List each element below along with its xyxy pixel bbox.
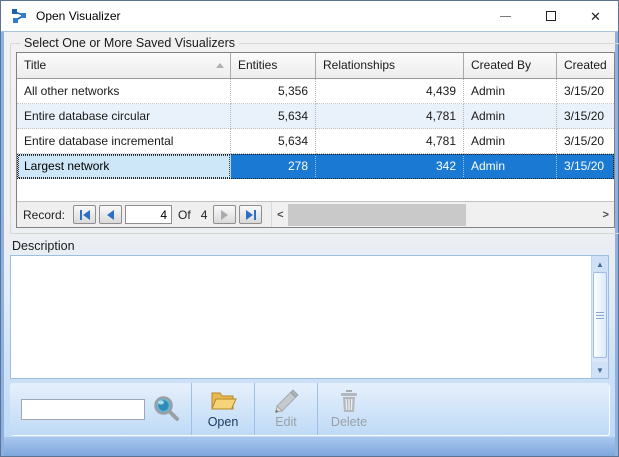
column-header-relationships[interactable]: Relationships	[316, 53, 464, 78]
record-label: Record:	[23, 207, 66, 222]
table-row[interactable]: Entire database circular 5,634 4,781 Adm…	[17, 104, 614, 129]
horizontal-scrollbar-thumb[interactable]	[288, 203, 467, 226]
next-record-button[interactable]	[213, 205, 237, 224]
description-box: ▲ ▼	[10, 255, 609, 379]
search-icon	[154, 395, 179, 421]
cell-created-by: Admin	[464, 129, 557, 154]
grid-empty-area	[17, 179, 614, 201]
bottom-toolbar: Open Edit Delete	[10, 383, 609, 435]
search-button[interactable]	[151, 393, 181, 426]
maximize-icon	[545, 11, 556, 21]
open-visualizer-dialog: Open Visualizer ✕ Select One or More Sav…	[0, 0, 619, 457]
open-button[interactable]: Open	[194, 383, 252, 435]
cell-title: Entire database incremental	[17, 129, 231, 154]
cell-title: All other networks	[17, 79, 231, 104]
last-record-button[interactable]	[239, 205, 263, 224]
cell-title: Entire database circular	[17, 104, 231, 129]
cell-created-by: Admin	[464, 79, 557, 104]
cell-created: 3/15/20	[557, 104, 614, 129]
vertical-scrollbar[interactable]: ▲ ▼	[591, 256, 608, 378]
column-header-entities[interactable]: Entities	[231, 53, 316, 78]
cell-created: 3/15/20	[557, 79, 614, 104]
cell-created: 3/15/20	[557, 129, 614, 154]
scroll-left-icon[interactable]: <	[272, 209, 288, 221]
previous-record-icon	[107, 209, 115, 220]
edit-button[interactable]: Edit	[257, 383, 315, 435]
cell-relationships: 4,439	[316, 79, 464, 104]
first-record-icon	[79, 209, 90, 220]
description-textarea[interactable]	[11, 256, 591, 378]
table-row-selected[interactable]: Largest network 278 342 Admin 3/15/20	[17, 154, 614, 179]
column-header-created-by[interactable]: Created By	[464, 53, 557, 78]
cell-entities: 5,634	[231, 104, 316, 129]
record-total-label: 4	[200, 207, 208, 222]
cell-relationships: 342	[316, 154, 464, 179]
vertical-scrollbar-thumb[interactable]	[593, 272, 607, 358]
cell-relationships: 4,781	[316, 104, 464, 129]
maximize-button[interactable]	[528, 1, 573, 31]
record-navigator: Record: Of 4	[17, 201, 614, 227]
toolbar-separator	[191, 383, 192, 435]
visualizers-grid: Title Entities Relationships Created By …	[16, 52, 615, 228]
pencil-icon	[274, 389, 299, 414]
first-record-button[interactable]	[73, 205, 97, 224]
titlebar: Open Visualizer ✕	[1, 1, 618, 32]
open-label: Open	[207, 415, 239, 429]
cell-entities: 5,356	[231, 79, 316, 104]
open-folder-icon	[211, 392, 237, 410]
window-title: Open Visualizer	[36, 9, 121, 23]
trash-icon	[341, 390, 357, 412]
cell-entities: 5,634	[231, 129, 316, 154]
record-of-label: Of	[178, 207, 191, 222]
minimize-button[interactable]	[483, 1, 528, 31]
delete-button[interactable]: Delete	[320, 383, 378, 435]
column-header-created[interactable]: Created	[557, 53, 614, 78]
description-label: Description	[12, 239, 75, 253]
network-app-icon	[12, 9, 26, 23]
horizontal-scrollbar[interactable]: < >	[271, 202, 614, 227]
cell-title-focused: Largest network	[17, 154, 231, 179]
close-icon: ✕	[590, 8, 601, 24]
scroll-down-icon[interactable]: ▼	[592, 362, 608, 378]
scroll-right-icon[interactable]: >	[598, 209, 614, 221]
saved-visualizers-groupbox: Select One or More Saved Visualizers Tit…	[10, 36, 619, 234]
window-bottom-frame	[4, 437, 615, 456]
search-input[interactable]	[21, 398, 145, 420]
grid-header-row: Title Entities Relationships Created By …	[17, 53, 614, 79]
groupbox-label: Select One or More Saved Visualizers	[24, 36, 235, 50]
minimize-icon	[500, 15, 511, 17]
last-record-icon	[245, 209, 256, 220]
dialog-content: Select One or More Saved Visualizers Tit…	[1, 32, 619, 456]
cell-relationships: 4,781	[316, 129, 464, 154]
record-number-input[interactable]	[125, 205, 173, 224]
delete-label: Delete	[330, 415, 368, 429]
previous-record-button[interactable]	[99, 205, 123, 224]
cell-entities: 278	[231, 154, 316, 179]
table-row[interactable]: All other networks 5,356 4,439 Admin 3/1…	[17, 79, 614, 104]
column-header-title[interactable]: Title	[17, 53, 231, 78]
next-record-icon	[221, 209, 229, 220]
toolbar-separator	[317, 383, 318, 435]
toolbar-separator	[254, 383, 255, 435]
sort-ascending-icon	[216, 63, 224, 68]
cell-created-by: Admin	[464, 154, 557, 179]
cell-created: 3/15/20	[557, 154, 614, 179]
edit-label: Edit	[275, 415, 297, 429]
scroll-up-icon[interactable]: ▲	[592, 256, 608, 272]
close-button[interactable]: ✕	[573, 1, 618, 31]
table-row[interactable]: Entire database incremental 5,634 4,781 …	[17, 129, 614, 154]
cell-created-by: Admin	[464, 104, 557, 129]
